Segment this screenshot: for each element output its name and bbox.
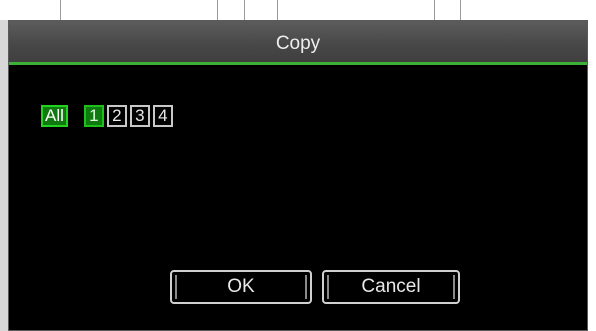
all-channels-checkbox[interactable]: All <box>41 105 68 127</box>
channel-3-checkbox[interactable]: 3 <box>129 105 150 127</box>
background-screen-strip <box>0 0 596 20</box>
background-right-edge <box>588 20 596 331</box>
dialog-titlebar[interactable]: Copy <box>9 21 587 65</box>
channel-2-checkbox[interactable]: 2 <box>106 105 127 127</box>
background-left-edge <box>0 20 8 331</box>
copy-dialog: Copy All 1 2 3 4 OK Cancel <box>8 20 588 331</box>
cancel-button[interactable]: Cancel <box>322 270 460 304</box>
ok-button[interactable]: OK <box>170 270 312 304</box>
channel-1-checkbox[interactable]: 1 <box>83 105 104 127</box>
channel-selector: All 1 2 3 4 <box>41 104 176 128</box>
dialog-title: Copy <box>275 33 321 54</box>
channel-4-checkbox[interactable]: 4 <box>152 105 173 127</box>
